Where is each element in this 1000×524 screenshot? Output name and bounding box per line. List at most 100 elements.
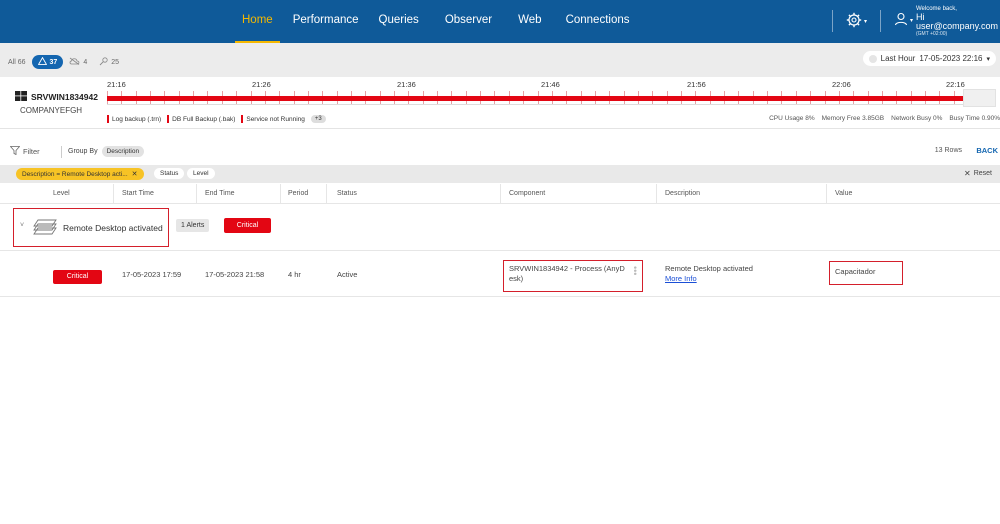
column-header-value[interactable]: Value [835,190,852,197]
count-alerts-value: 37 [49,58,58,66]
level-chip[interactable]: Level [187,168,215,179]
nav-divider [832,10,833,32]
nav-queries[interactable]: Queries [369,0,429,43]
group-label: Remote Desktop activated [63,223,163,233]
welcome-text: Welcome back, [916,6,957,12]
nav-web[interactable]: Web [508,0,551,43]
reset-label: Reset [973,170,992,177]
count-alerts[interactable]: 37 [31,55,64,69]
main-nav: Home Performance Queries Observer Web Co… [232,0,640,43]
busy-time: Busy Time 0.90% [949,115,1000,122]
legend-label: DB Full Backup (.bak) [172,115,236,123]
chevron-down-icon[interactable]: ˅ [20,222,24,229]
component-text-line2: esk) [509,274,524,284]
user-email: Hi user@company.com [916,11,998,32]
server-timeline-panel: SRVWIN1834942 COMPANYEFGH 21:16 21:26 21… [0,77,1000,129]
column-header-description[interactable]: Description [665,190,700,197]
legend-swatch [241,115,244,123]
close-icon[interactable]: ✕ [132,170,138,178]
timezone-text: (GMT +02:00) [916,31,948,38]
alert-count-badge: 1 Alerts [176,219,210,232]
cloud-off-icon [69,57,80,67]
gear-icon [846,12,862,30]
filter-icon [9,146,21,157]
nav-observer[interactable]: Observer [435,0,502,43]
end-time: 17-05-2023 21:58 [205,270,265,279]
windows-icon [15,91,27,103]
column-divider [196,184,197,204]
filter-label: Filter [23,147,40,156]
column-header-period[interactable]: Period [288,190,308,197]
nav-divider [880,10,881,32]
active-filter-bar: Description = Remote Desktop acti... ✕ S… [0,165,1000,183]
legend-swatch [167,115,170,123]
summary-strip: All 66 37 4 25 Last Hour 17-05-2023 22:1… [0,43,1000,77]
description-cell: Remote Desktop activated More Info [665,264,753,284]
count-all[interactable]: All 66 [8,59,26,66]
user-greeting: Welcome back, Hi user@company.com (GMT +… [916,6,1000,38]
component-cell[interactable]: SRVWIN1834942 - Process (AnyD esk) ••• [503,260,643,292]
column-divider [113,184,114,204]
column-header-start-time[interactable]: Start Time [122,190,154,197]
column-divider [826,184,827,204]
legend-label: Log backup (.trn) [112,115,162,123]
column-divider [326,184,327,204]
chevron-down-icon: ▾ [986,55,990,63]
count-cloud[interactable]: 4 [69,57,87,67]
range-value: 17-05-2023 22:16 [919,54,983,63]
component-text-line1: SRVWIN1834942 - Process (AnyD [509,264,625,273]
value-text: Capacitador [835,267,876,276]
group-by-chip[interactable]: Description [101,146,145,157]
column-divider [500,184,501,204]
timeline-tick: 22:16 [946,80,965,89]
legend-item[interactable]: Log backup (.trn) [107,115,161,123]
period: 4 hr [288,270,301,279]
group-header-highlight[interactable]: ˅ Remote Desktop activated [13,208,169,247]
company-name: COMPANYEFGH [20,106,83,115]
nav-connections[interactable]: Connections [556,0,640,43]
alert-counts: All 66 37 4 25 [8,55,119,69]
filter-button[interactable]: Filter [9,146,40,157]
settings-menu[interactable]: ▾ [846,12,867,30]
legend-item[interactable]: Service not Running [241,115,305,123]
chevron-down-icon: ▾ [864,18,868,25]
chevron-down-icon: ▾ [910,17,914,24]
value-cell[interactable]: Capacitador [829,261,903,285]
timeline-tick: 22:06 [832,80,851,89]
group-by-label: Group By [68,148,98,155]
server-name-text: SRVWIN1834942 [31,92,98,102]
wrench-icon [99,56,108,68]
column-header-component[interactable]: Component [509,190,545,197]
group-by: Group By Description [68,146,145,157]
nav-performance[interactable]: Performance [283,0,369,43]
server-name[interactable]: SRVWIN1834942 [15,91,98,103]
timeline-tick: 21:16 [107,80,126,89]
description-text: Remote Desktop activated [665,264,753,273]
legend-item[interactable]: DB Full Backup (.bak) [167,115,235,123]
count-other[interactable]: 25 [99,56,119,68]
back-button[interactable]: BACK [976,146,998,155]
active-filter-text: Description = Remote Desktop acti... [22,170,128,178]
column-header-end-time[interactable]: End Time [205,190,235,197]
timeline-alert-bar[interactable] [107,96,963,101]
top-navbar: Home Performance Queries Observer Web Co… [0,0,1000,43]
nav-home[interactable]: Home [232,0,283,43]
active-filter-chip[interactable]: Description = Remote Desktop acti... ✕ [16,168,144,180]
timeline-tick: 21:36 [397,80,416,89]
range-dot-icon [868,54,877,63]
column-header-level[interactable]: Level [53,190,70,197]
time-range-selector[interactable]: Last Hour 17-05-2023 22:16 ▾ [862,51,996,66]
reset-button[interactable]: ✕ Reset [964,169,992,178]
legend-more-button[interactable]: +3 [310,115,326,123]
row-count: 13 Rows [934,147,962,154]
user-icon [894,12,908,28]
kebab-menu-icon[interactable]: ••• [630,266,640,275]
status-chip[interactable]: Status [154,168,185,179]
user-menu[interactable]: ▾ [894,12,913,28]
column-header-status[interactable]: Status [337,190,357,197]
group-row[interactable]: ˅ Remote Desktop activated 1 Alerts Crit… [0,205,1000,251]
close-icon: ✕ [964,169,971,178]
legend-swatch [107,115,109,123]
more-info-link[interactable]: More Info [665,274,753,284]
table-row[interactable]: Critical 17-05-2023 17:59 17-05-2023 21:… [0,252,1000,297]
